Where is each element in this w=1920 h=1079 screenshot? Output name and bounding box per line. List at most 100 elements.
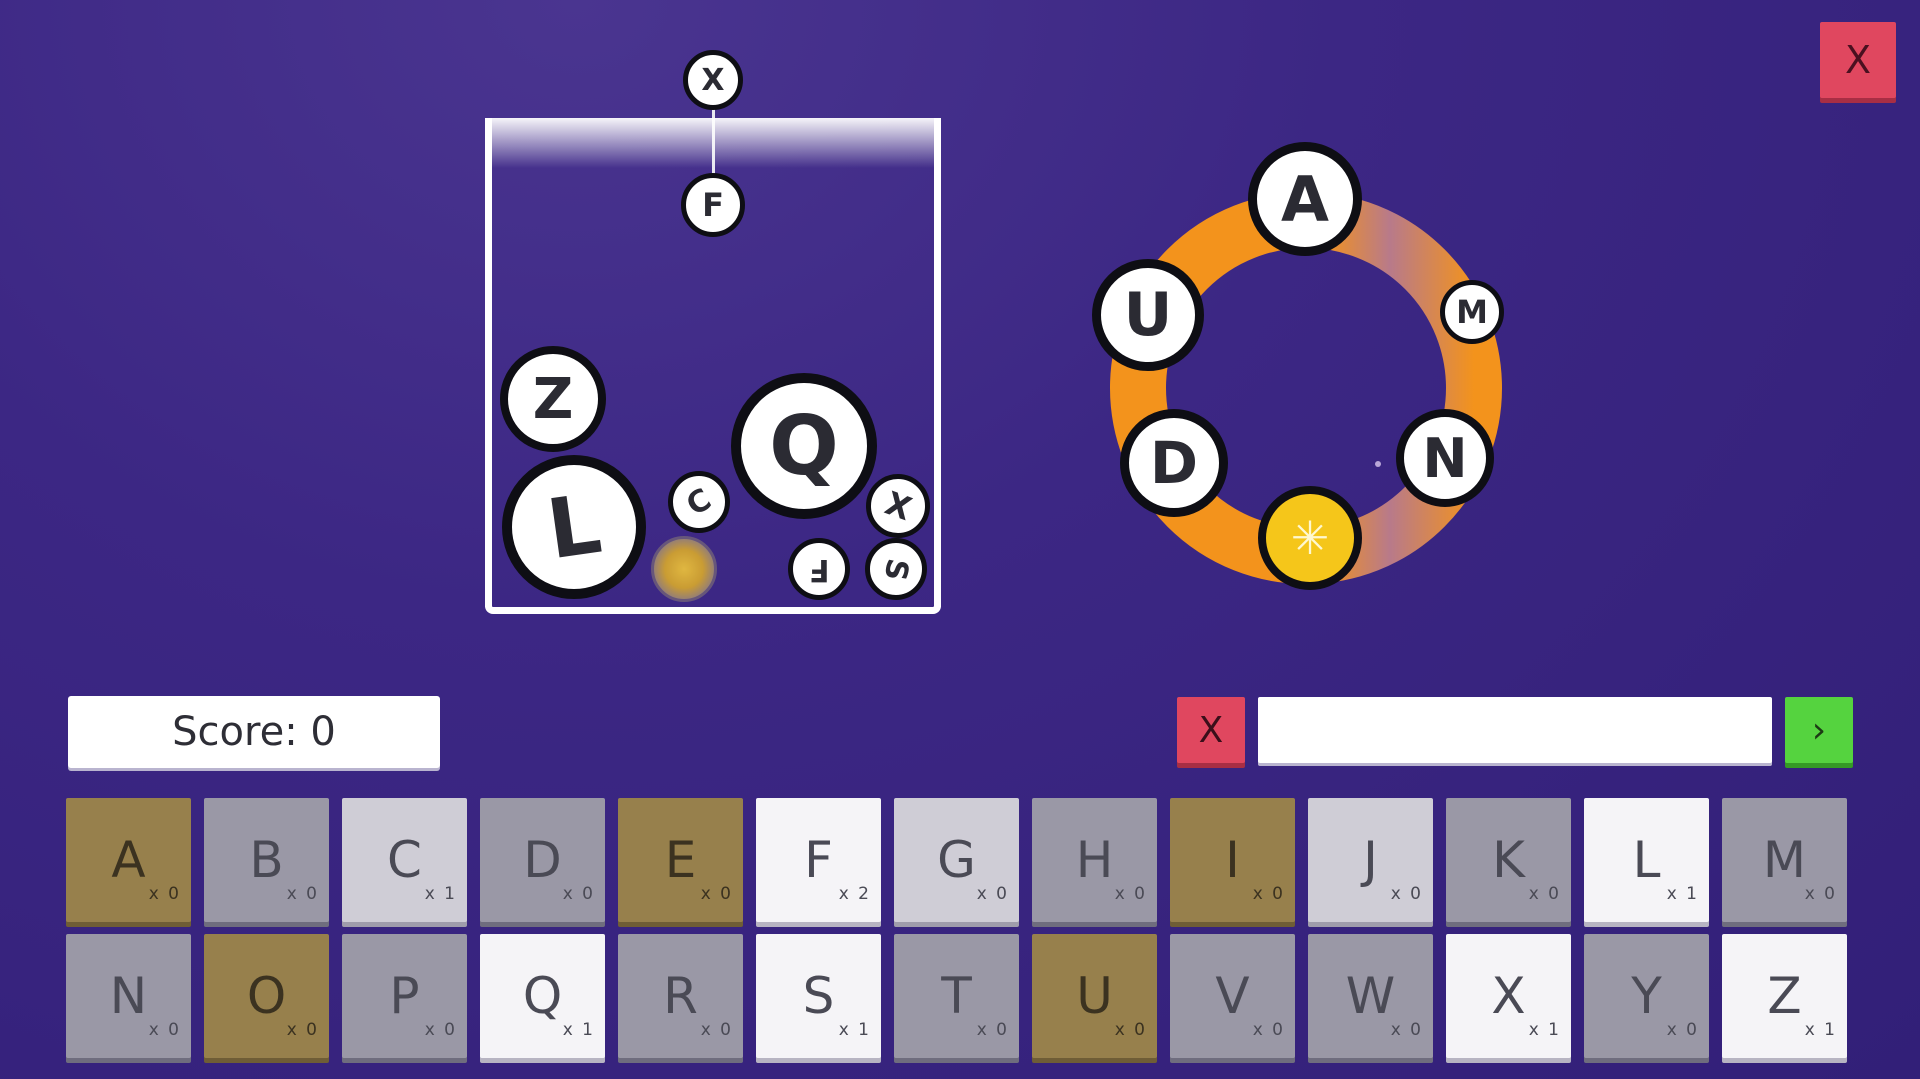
ring-dot <box>1375 461 1381 467</box>
key-count: x 0 <box>1114 884 1147 904</box>
key-letter: J <box>1363 831 1378 889</box>
score-display: Score: 0 <box>68 696 440 768</box>
key-count: x 0 <box>1528 884 1561 904</box>
key-letter: E <box>664 831 697 889</box>
key-z[interactable]: Zx 1 <box>1722 934 1847 1058</box>
key-letter: R <box>663 967 698 1025</box>
letter-ball-l[interactable]: L <box>502 455 646 599</box>
key-count: x 0 <box>1252 884 1285 904</box>
key-c[interactable]: Cx 1 <box>342 798 467 922</box>
key-letter: F <box>804 831 833 889</box>
key-count: x 0 <box>286 1020 319 1040</box>
ball-label: M <box>1456 293 1488 331</box>
key-d[interactable]: Dx 0 <box>480 798 605 922</box>
key-letter: A <box>111 831 146 889</box>
letter-keyboard: Ax 0Bx 0Cx 1Dx 0Ex 0Fx 2Gx 0Hx 0Ix 0Jx 0… <box>66 798 1850 1058</box>
key-y[interactable]: Yx 0 <box>1584 934 1709 1058</box>
ball-label: F <box>808 551 830 587</box>
key-x[interactable]: Xx 1 <box>1446 934 1571 1058</box>
key-r[interactable]: Rx 0 <box>618 934 743 1058</box>
key-s[interactable]: Sx 1 <box>756 934 881 1058</box>
key-i[interactable]: Ix 0 <box>1170 798 1295 922</box>
sparkle-ball[interactable]: ✳ <box>1258 486 1362 590</box>
ring-letter-u[interactable]: U <box>1092 259 1204 371</box>
key-letter: U <box>1076 967 1113 1025</box>
key-letter: H <box>1075 831 1114 889</box>
hanging-ball-top[interactable]: X <box>683 50 743 110</box>
key-letter: W <box>1345 967 1396 1025</box>
key-count: x 1 <box>838 1020 871 1040</box>
key-count: x 0 <box>562 884 595 904</box>
key-letter: S <box>802 967 835 1025</box>
key-h[interactable]: Hx 0 <box>1032 798 1157 922</box>
key-f[interactable]: Fx 2 <box>756 798 881 922</box>
ball-label: F <box>702 186 724 224</box>
word-input[interactable] <box>1258 697 1772 763</box>
key-count: x 1 <box>1528 1020 1561 1040</box>
sparkle-icon: ✳ <box>1290 511 1330 565</box>
key-count: x 0 <box>1390 884 1423 904</box>
letter-ball-z[interactable]: Z <box>500 346 606 452</box>
letter-ball-s[interactable]: S <box>865 538 927 600</box>
letter-ball-x[interactable]: X <box>866 474 930 538</box>
key-u[interactable]: Ux 0 <box>1032 934 1157 1058</box>
key-count: x 1 <box>1666 884 1699 904</box>
key-count: x 1 <box>1804 1020 1837 1040</box>
key-letter: C <box>387 831 422 889</box>
key-count: x 2 <box>838 884 871 904</box>
close-button[interactable]: X <box>1820 22 1896 98</box>
ring-letter-m[interactable]: M <box>1440 280 1504 344</box>
key-e[interactable]: Ex 0 <box>618 798 743 922</box>
key-l[interactable]: Lx 1 <box>1584 798 1709 922</box>
key-count: x 0 <box>424 1020 457 1040</box>
key-count: x 1 <box>424 884 457 904</box>
ring-letter-d[interactable]: D <box>1120 409 1228 517</box>
key-count: x 0 <box>1114 1020 1147 1040</box>
key-letter: Y <box>1631 967 1662 1025</box>
ball-label: Q <box>769 398 839 494</box>
score-text: Score: 0 <box>172 709 336 755</box>
key-a[interactable]: Ax 0 <box>66 798 191 922</box>
key-count: x 0 <box>148 884 181 904</box>
key-count: x 1 <box>562 1020 595 1040</box>
key-letter: K <box>1492 831 1525 889</box>
ball-label: X <box>879 483 917 529</box>
key-j[interactable]: Jx 0 <box>1308 798 1433 922</box>
key-letter: Q <box>522 967 563 1025</box>
submit-word-button[interactable]: › <box>1785 697 1853 763</box>
ball-label: D <box>1149 429 1199 497</box>
key-g[interactable]: Gx 0 <box>894 798 1019 922</box>
key-o[interactable]: Ox 0 <box>204 934 329 1058</box>
letter-ball-f[interactable]: F <box>788 538 850 600</box>
ball-label: C <box>680 481 718 523</box>
key-letter: T <box>941 967 972 1025</box>
key-b[interactable]: Bx 0 <box>204 798 329 922</box>
key-v[interactable]: Vx 0 <box>1170 934 1295 1058</box>
key-w[interactable]: Wx 0 <box>1308 934 1433 1058</box>
key-count: x 0 <box>976 1020 1009 1040</box>
ball-label: Z <box>532 366 574 432</box>
key-n[interactable]: Nx 0 <box>66 934 191 1058</box>
chevron-right-icon: › <box>1811 709 1827 751</box>
key-letter: Z <box>1767 967 1802 1025</box>
key-m[interactable]: Mx 0 <box>1722 798 1847 922</box>
letter-ball-q[interactable]: Q <box>731 373 877 519</box>
key-count: x 0 <box>1390 1020 1423 1040</box>
key-letter: O <box>246 967 287 1025</box>
clear-word-button[interactable]: X <box>1177 697 1245 763</box>
key-count: x 0 <box>148 1020 181 1040</box>
key-t[interactable]: Tx 0 <box>894 934 1019 1058</box>
key-p[interactable]: Px 0 <box>342 934 467 1058</box>
ring-letter-n[interactable]: N <box>1396 409 1494 507</box>
hanging-ball-bottom[interactable]: F <box>681 173 745 237</box>
key-letter: L <box>1632 831 1661 889</box>
key-letter: N <box>109 967 148 1025</box>
key-k[interactable]: Kx 0 <box>1446 798 1571 922</box>
close-icon: X <box>1198 709 1224 751</box>
key-letter: P <box>389 967 420 1025</box>
key-letter: X <box>1491 967 1526 1025</box>
ball-label: S <box>876 555 916 583</box>
ring-letter-a[interactable]: A <box>1248 142 1362 256</box>
key-q[interactable]: Qx 1 <box>480 934 605 1058</box>
letter-ball-c[interactable]: C <box>668 471 730 533</box>
